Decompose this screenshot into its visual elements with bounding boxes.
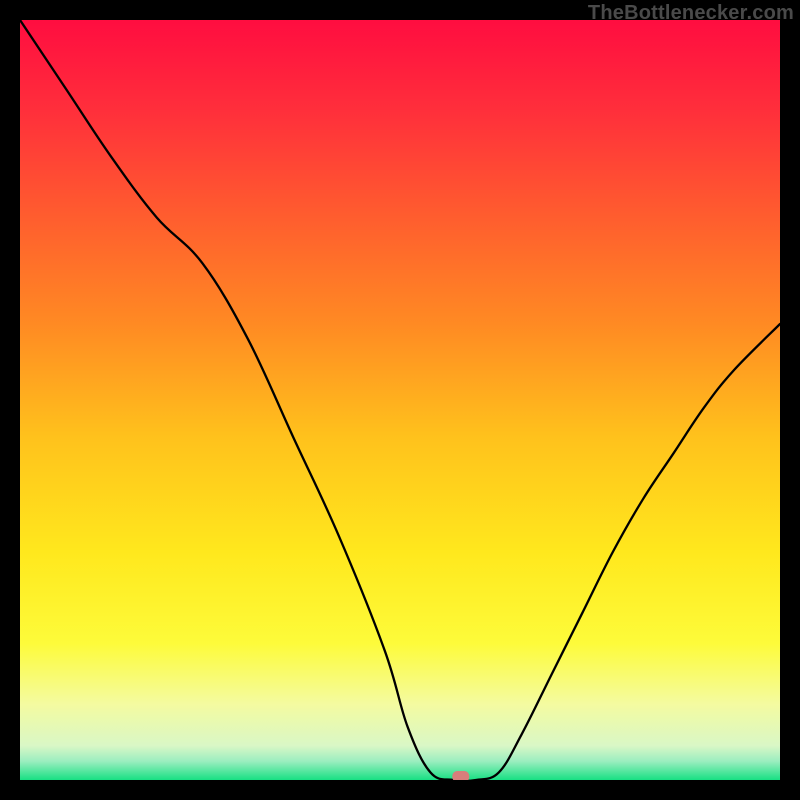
chart-frame: TheBottlenecker.com (0, 0, 800, 800)
gradient-background (20, 20, 780, 780)
chart-svg (20, 20, 780, 780)
minimum-marker (452, 771, 469, 780)
watermark-text: TheBottlenecker.com (588, 2, 794, 25)
plot-area (20, 20, 780, 780)
